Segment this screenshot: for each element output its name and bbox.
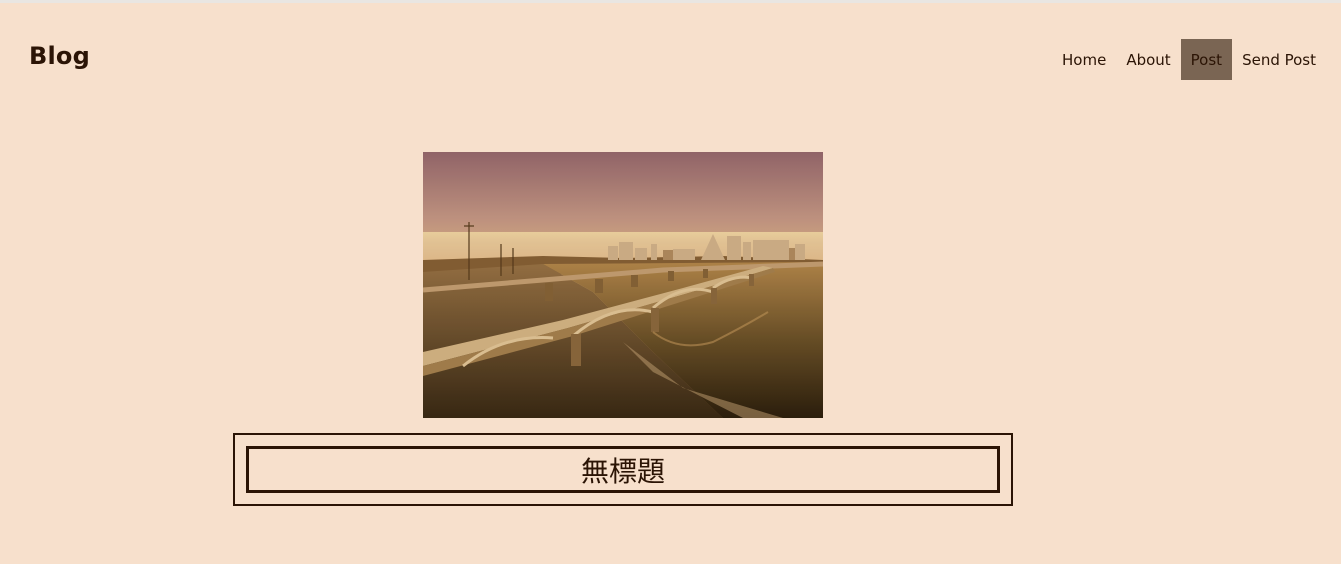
- nav-send-post[interactable]: Send Post: [1232, 39, 1326, 80]
- nav-post[interactable]: Post: [1180, 39, 1233, 80]
- top-rule: [0, 0, 1341, 3]
- post-title: 無標題: [580, 454, 665, 488]
- post-image: [423, 152, 823, 418]
- post-title-frame: 無標題: [233, 433, 1013, 506]
- main-nav: Home About Post Send Post: [1052, 39, 1326, 80]
- nav-about[interactable]: About: [1116, 39, 1180, 80]
- post-title-box: 無標題: [246, 446, 1000, 493]
- site-brand[interactable]: Blog: [29, 42, 90, 70]
- bridge-sunset-image: [423, 152, 823, 418]
- nav-home[interactable]: Home: [1052, 39, 1116, 80]
